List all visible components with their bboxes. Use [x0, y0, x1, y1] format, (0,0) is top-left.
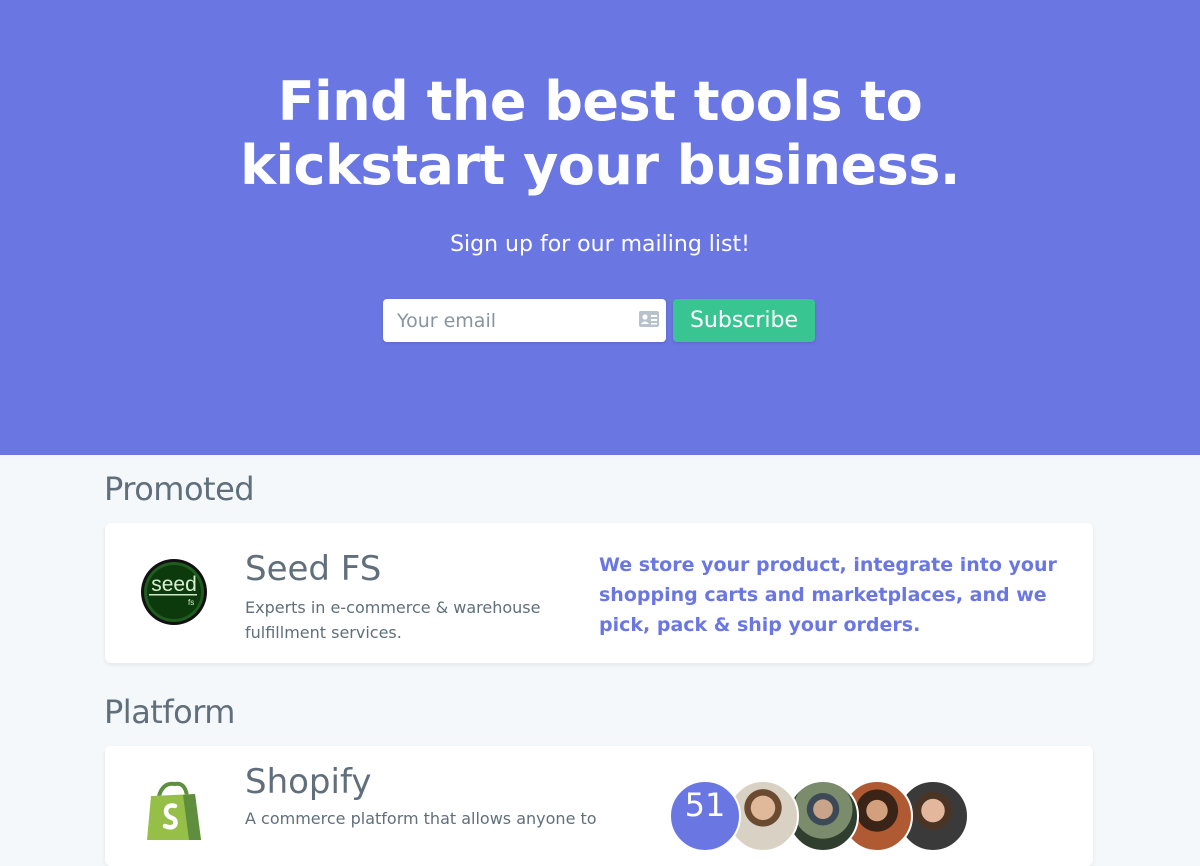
email-input[interactable] — [383, 300, 623, 341]
seed-fs-name[interactable]: Seed FS — [245, 549, 381, 589]
hero-title: Find the best tools to kickstart your bu… — [0, 70, 1200, 198]
seed-fs-logo-subtext: fs — [188, 598, 195, 607]
hero-subtitle: Sign up for our mailing list! — [450, 232, 750, 257]
hero-title-line1: Find the best tools to — [277, 70, 923, 133]
email-field-wrapper — [383, 299, 666, 342]
seed-fs-logo-text: seed — [151, 573, 197, 596]
subscribe-button[interactable]: Subscribe — [673, 299, 815, 342]
shopify-name[interactable]: Shopify — [245, 762, 371, 802]
user-count-badge: 51 — [669, 780, 741, 852]
hero-title-line2: kickstart your business. — [240, 134, 960, 197]
seed-fs-logo: seed fs — [140, 558, 208, 630]
seed-fs-tagline: We store your product, integrate into yo… — [599, 554, 1057, 636]
seed-fs-description: Experts in e-commerce & warehouse fulfil… — [245, 598, 541, 642]
shopify-description: A commerce platform that allows anyone t… — [245, 809, 597, 828]
contact-card-icon — [639, 311, 659, 327]
platform-card-shopify[interactable]: Shopify A commerce platform that allows … — [105, 746, 1093, 866]
promoted-heading: Promoted — [104, 470, 255, 508]
hero-banner: Find the best tools to kickstart your bu… — [0, 0, 1200, 455]
platform-heading: Platform — [104, 693, 235, 731]
signup-form: Subscribe — [383, 299, 815, 342]
promoted-card-seed-fs[interactable]: seed fs Seed FS Experts in e-commerce & … — [105, 523, 1093, 663]
shopping-bag-icon — [145, 780, 207, 844]
